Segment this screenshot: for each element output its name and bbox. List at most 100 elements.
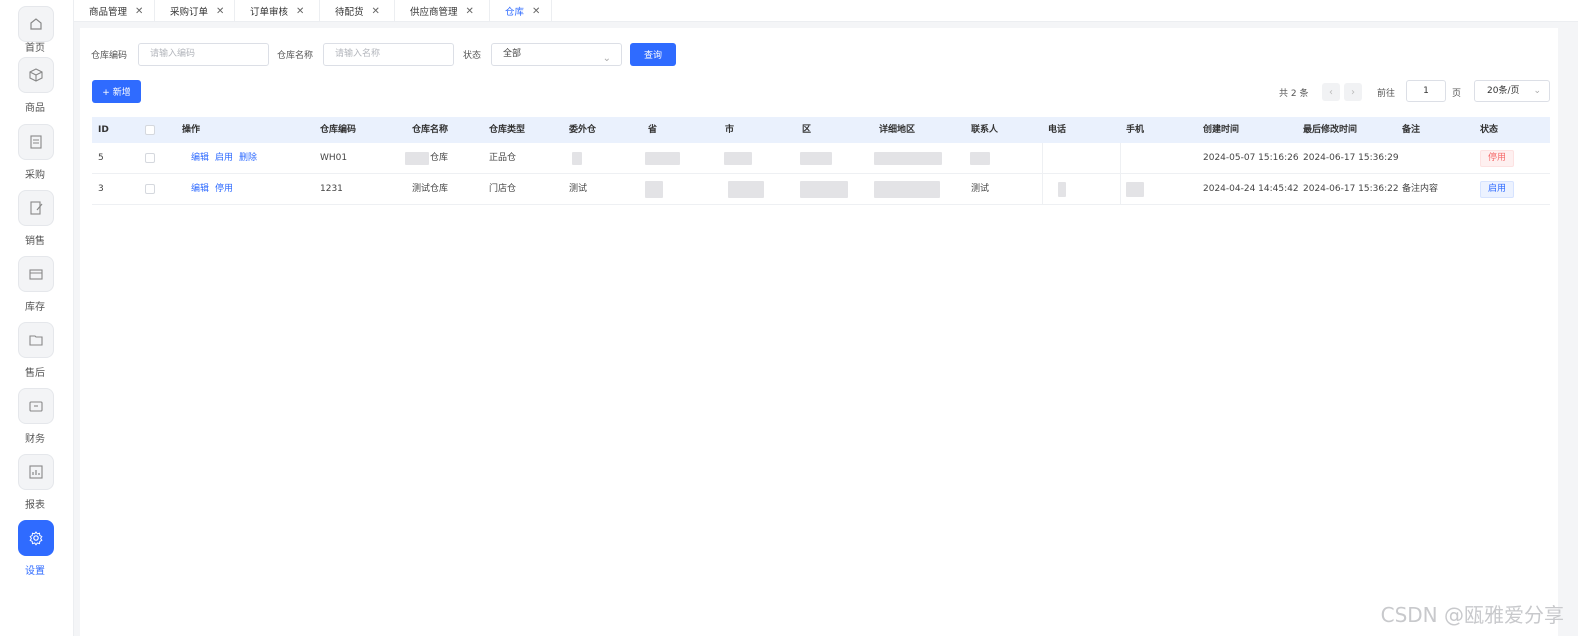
row-checkbox[interactable] bbox=[145, 184, 155, 194]
col-id: ID bbox=[98, 125, 109, 135]
cell-created: 2024-05-07 15:16:26 bbox=[1203, 153, 1299, 163]
table-row: 5 编辑 启用 删除 WH01 仓库 正品仓 2024-05-07 15:16:26… bbox=[92, 143, 1550, 174]
col-code: 仓库编码 bbox=[320, 125, 357, 135]
col-name: 仓库名称 bbox=[412, 125, 449, 135]
sidebar-item-label: 销售 bbox=[25, 236, 45, 247]
tab-order-review[interactable]: 订单审核 ✕ bbox=[235, 0, 320, 22]
warehouse-name-label: 仓库名称 bbox=[277, 51, 314, 61]
close-icon[interactable]: ✕ bbox=[466, 6, 474, 17]
redacted-block bbox=[970, 152, 990, 165]
edit-link[interactable]: 编辑 bbox=[191, 153, 209, 163]
col-city: 市 bbox=[725, 125, 735, 135]
redacted-block bbox=[724, 152, 752, 165]
delete-link[interactable]: 删除 bbox=[239, 153, 257, 163]
redacted-block bbox=[800, 152, 832, 165]
col-status: 状态 bbox=[1480, 125, 1499, 135]
sidebar-item-label: 售后 bbox=[25, 368, 45, 379]
redacted-block bbox=[800, 181, 848, 198]
cell-id: 3 bbox=[98, 184, 104, 194]
column-divider bbox=[1120, 174, 1121, 205]
sales-icon bbox=[18, 190, 54, 226]
prev-page-button[interactable]: ‹ bbox=[1322, 83, 1340, 101]
cell-created: 2024-04-24 14:45:42 bbox=[1203, 184, 1299, 194]
warehouse-code-label: 仓库编码 bbox=[91, 51, 128, 61]
redacted-block bbox=[1058, 182, 1066, 197]
chevron-down-icon: ⌄ bbox=[1533, 86, 1541, 96]
page-unit-label: 页 bbox=[1452, 89, 1462, 99]
enable-link[interactable]: 启用 bbox=[215, 153, 233, 163]
close-icon[interactable]: ✕ bbox=[135, 6, 143, 17]
tab-purchase-order[interactable]: 采购订单 ✕ bbox=[155, 0, 235, 22]
report-icon bbox=[18, 454, 54, 490]
col-contact: 联系人 bbox=[971, 125, 999, 135]
redacted-block bbox=[645, 152, 680, 165]
sidebar-item-label: 库存 bbox=[25, 302, 45, 313]
status-badge: 停用 bbox=[1480, 150, 1515, 167]
sidebar-item-label: 首页 bbox=[25, 43, 45, 54]
page-size-select[interactable]: 20条/页 ⌄ bbox=[1474, 80, 1550, 102]
close-icon[interactable]: ✕ bbox=[296, 6, 304, 17]
tab-label: 待配货 bbox=[335, 7, 364, 18]
col-created: 创建时间 bbox=[1203, 125, 1240, 135]
sidebar-item-label: 采购 bbox=[25, 170, 45, 181]
redacted-block bbox=[572, 152, 582, 165]
close-icon[interactable]: ✕ bbox=[372, 6, 380, 17]
cell-status: 启用 bbox=[1480, 181, 1515, 212]
col-outsourced: 委外仓 bbox=[569, 125, 597, 135]
home-icon bbox=[18, 6, 54, 42]
page-size-value: 20条/页 bbox=[1487, 86, 1520, 96]
tab-warehouse[interactable]: 仓库 ✕ bbox=[490, 0, 552, 22]
page-number-input[interactable]: 1 bbox=[1406, 80, 1446, 102]
watermark: CSDN @瓯雅爱分享 bbox=[1380, 603, 1564, 627]
redacted-block bbox=[874, 152, 942, 165]
col-type: 仓库类型 bbox=[489, 125, 526, 135]
column-divider bbox=[1042, 174, 1043, 205]
redacted-block bbox=[728, 181, 764, 198]
tab-goods-management[interactable]: 商品管理 ✕ bbox=[74, 0, 155, 22]
disable-link[interactable]: 停用 bbox=[215, 184, 233, 194]
chevron-down-icon: ⌄ bbox=[602, 53, 611, 64]
cell-modified: 2024-06-17 15:36:29 bbox=[1303, 153, 1399, 163]
tab-label: 商品管理 bbox=[89, 7, 128, 18]
goto-label: 前往 bbox=[1377, 89, 1396, 99]
cell-contact: 测试 bbox=[971, 184, 990, 194]
cell-type: 门店仓 bbox=[489, 184, 517, 194]
cell-code: WH01 bbox=[320, 153, 348, 163]
sidebar-item-label: 报表 bbox=[25, 500, 45, 511]
select-all-checkbox[interactable] bbox=[145, 125, 155, 135]
close-icon[interactable]: ✕ bbox=[532, 6, 540, 17]
redacted-block bbox=[874, 181, 940, 198]
tab-pending-allocation[interactable]: 待配货 ✕ bbox=[320, 0, 395, 22]
col-phone: 电话 bbox=[1048, 125, 1067, 135]
tab-label: 订单审核 bbox=[250, 7, 289, 18]
finance-icon bbox=[18, 388, 54, 424]
row-checkbox[interactable] bbox=[145, 153, 155, 163]
cell-modified: 2024-06-17 15:36:22 bbox=[1303, 184, 1399, 194]
cell-type: 正品仓 bbox=[489, 153, 517, 163]
edit-link[interactable]: 编辑 bbox=[191, 184, 209, 194]
search-button[interactable]: 查询 bbox=[630, 43, 676, 66]
close-icon[interactable]: ✕ bbox=[216, 6, 224, 17]
status-badge: 启用 bbox=[1480, 181, 1515, 198]
add-button[interactable]: + 新增 bbox=[92, 80, 141, 103]
purchase-icon bbox=[18, 124, 54, 160]
warehouse-name-input[interactable]: 请输入名称 bbox=[323, 43, 454, 66]
table-header: ID 操作 仓库编码 仓库名称 仓库类型 委外仓 省 市 区 详细地区 联系人 … bbox=[92, 117, 1550, 143]
pagination-total: 共 2 条 bbox=[1279, 89, 1309, 99]
col-actions: 操作 bbox=[182, 125, 201, 135]
next-page-button[interactable]: › bbox=[1344, 83, 1362, 101]
cell-outsourced: 测试 bbox=[569, 184, 588, 194]
sidebar-item-label: 商品 bbox=[25, 103, 45, 114]
inventory-icon bbox=[18, 256, 54, 292]
col-district: 区 bbox=[802, 125, 812, 135]
status-select-value: 全部 bbox=[503, 49, 522, 59]
status-select[interactable]: 全部 ⌄ bbox=[491, 43, 622, 66]
tab-supplier-management[interactable]: 供应商管理 ✕ bbox=[395, 0, 490, 22]
col-remark: 备注 bbox=[1402, 125, 1421, 135]
tab-label: 供应商管理 bbox=[410, 7, 458, 18]
cell-remark: 备注内容 bbox=[1402, 184, 1439, 194]
cell-id: 5 bbox=[98, 153, 104, 163]
warehouse-code-input[interactable]: 请输入编码 bbox=[138, 43, 269, 66]
cell-actions: 编辑 启用 删除 bbox=[191, 143, 263, 174]
column-divider bbox=[1042, 143, 1043, 174]
